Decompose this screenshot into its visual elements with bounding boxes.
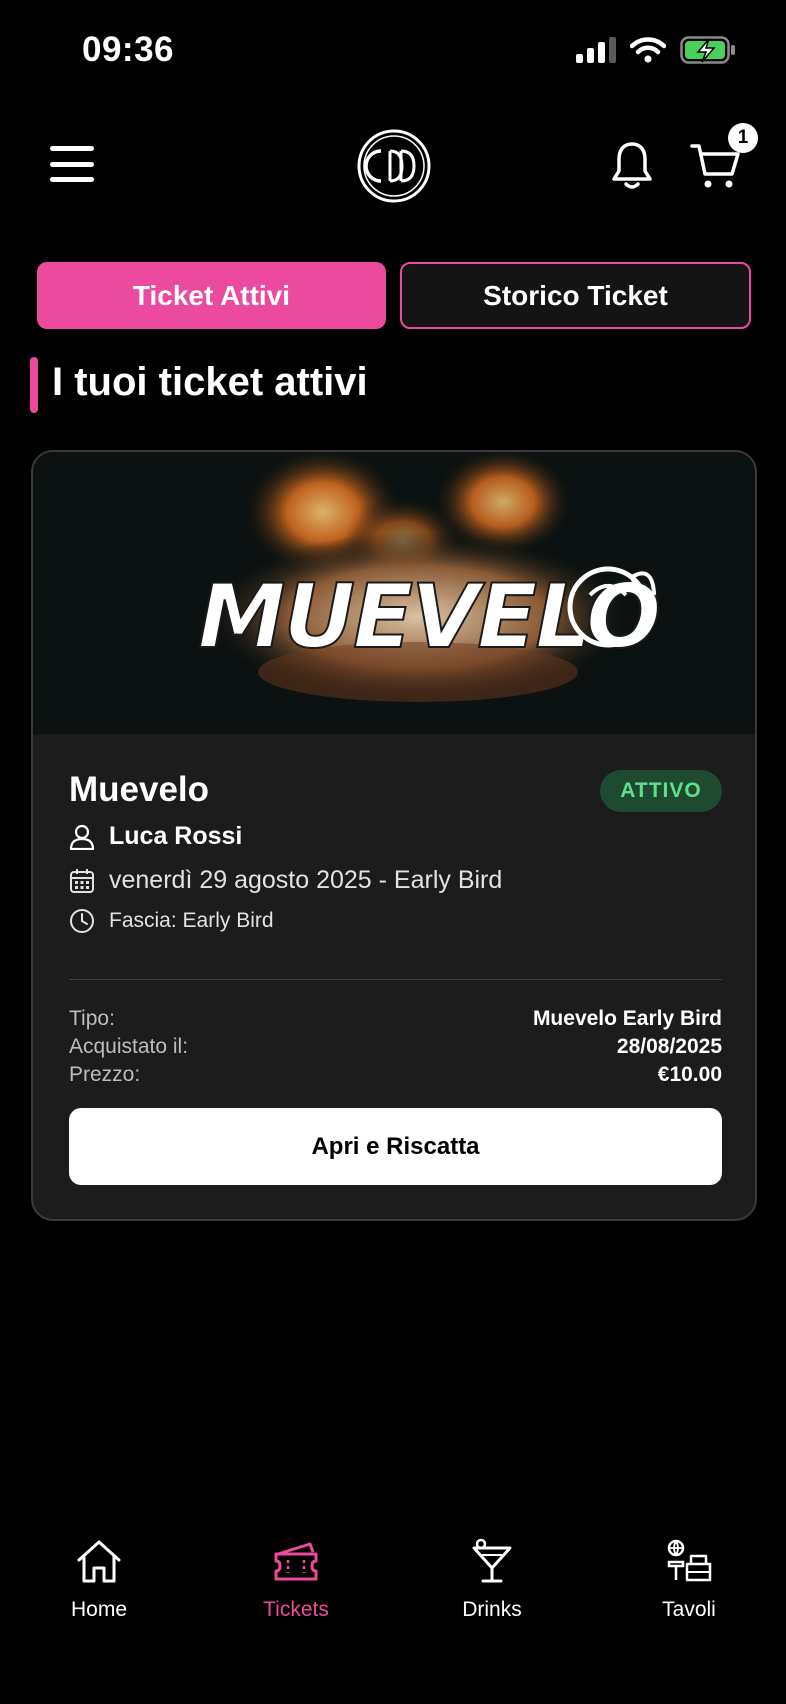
status-time: 09:36 <box>82 30 175 69</box>
nav-item-drinks[interactable]: Drinks <box>417 1538 567 1622</box>
cocktail-icon <box>472 1538 512 1583</box>
battery-icon <box>680 36 735 64</box>
detail-label: Tipo: <box>69 1007 115 1030</box>
bottom-nav: Home Tickets Drinks Tavoli <box>0 1520 786 1704</box>
holder-name: Luca Rossi <box>109 822 243 850</box>
home-icon <box>77 1540 121 1583</box>
detail-value: 28/08/2025 <box>616 1035 722 1058</box>
detail-row-tipo: Tipo: Muevelo Early Bird <box>69 1007 722 1031</box>
menu-icon[interactable] <box>50 146 94 182</box>
detail-row-acquistato: Acquistato il: 28/08/2025 <box>69 1035 722 1059</box>
nav-label-tickets: Tickets <box>263 1598 329 1621</box>
user-icon <box>69 824 95 850</box>
nav-label-home: Home <box>70 1598 128 1621</box>
tab-ticket-attivi[interactable]: Ticket Attivi <box>37 262 386 329</box>
detail-value: Muevelo Early Bird <box>532 1007 722 1030</box>
table-icon <box>667 1539 712 1582</box>
event-artwork: MUEVELO <box>197 452 662 702</box>
status-icons <box>576 36 736 64</box>
tab-storico-ticket[interactable]: Storico Ticket <box>400 262 751 329</box>
cart-count-badge: 1 <box>728 123 758 153</box>
nav-item-tavoli[interactable]: Tavoli <box>614 1538 764 1622</box>
detail-label: Prezzo: <box>69 1063 141 1086</box>
band-row: Fascia: Early Bird <box>69 908 274 934</box>
open-redeem-button[interactable]: Apri e Riscatta <box>69 1108 722 1185</box>
event-name: Muevelo <box>69 770 210 809</box>
ticket-icon <box>274 1542 318 1581</box>
clock-icon <box>70 909 94 933</box>
detail-row-prezzo: Prezzo: €10.00 <box>69 1063 722 1087</box>
card-divider <box>69 979 722 980</box>
cdd-logo[interactable] <box>357 129 431 203</box>
signal-icon <box>576 37 616 63</box>
event-date: venerdì 29 agosto 2025 - Early Bird <box>109 866 503 894</box>
status-badge: ATTIVO <box>600 770 722 812</box>
nav-item-home[interactable]: Home <box>24 1538 174 1622</box>
nav-item-tickets[interactable]: Tickets <box>221 1538 371 1622</box>
wifi-icon <box>630 37 666 63</box>
nav-label-tavoli: Tavoli <box>662 1598 716 1621</box>
section-accent-bar <box>30 357 38 413</box>
ticket-card: MUEVELO Muevelo ATTIVO Luca Rossi venerd… <box>31 450 757 1221</box>
app-header <box>0 120 786 212</box>
event-image: MUEVELO <box>33 452 755 734</box>
status-bar: 09:36 <box>0 0 786 100</box>
date-row: venerdì 29 agosto 2025 - Early Bird <box>69 866 502 895</box>
ticket-band: Fascia: Early Bird <box>109 909 274 932</box>
section-title: I tuoi ticket attivi <box>52 360 368 404</box>
detail-value: €10.00 <box>657 1063 722 1086</box>
nav-label-drinks: Drinks <box>462 1598 522 1621</box>
bell-icon[interactable] <box>610 140 654 192</box>
event-logo-text: MUEVELO <box>198 565 659 668</box>
calendar-icon <box>70 868 94 893</box>
detail-label: Acquistato il: <box>69 1035 189 1058</box>
holder-row: Luca Rossi <box>69 822 242 851</box>
